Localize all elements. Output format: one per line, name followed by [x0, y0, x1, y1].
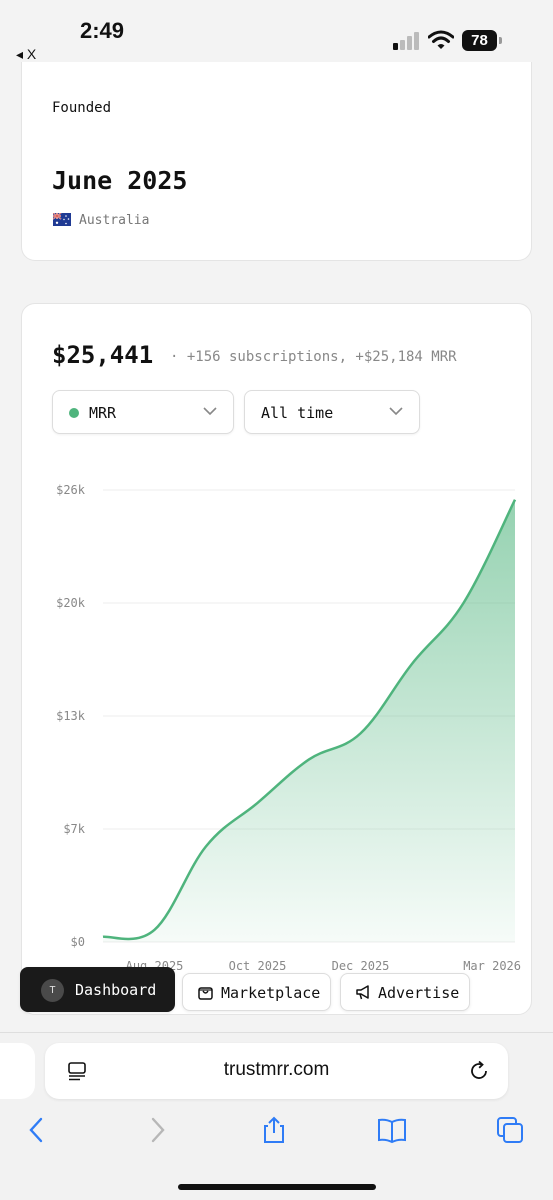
y-tick-label: $20k	[56, 596, 86, 610]
forward-icon[interactable]	[142, 1115, 172, 1145]
tabs-icon[interactable]	[495, 1115, 525, 1145]
x-tick-label: Oct 2025	[229, 959, 287, 973]
url-text: trustmrr.com	[223, 1059, 330, 1080]
x-tick-label: Dec 2025	[332, 959, 390, 973]
marketplace-label: Marketplace	[221, 984, 321, 1002]
megaphone-icon	[356, 985, 369, 1000]
reload-icon[interactable]	[468, 1060, 490, 1082]
share-icon[interactable]	[259, 1115, 289, 1145]
marketplace-button[interactable]: Marketplace	[182, 973, 331, 1011]
y-tick-label: $13k	[56, 709, 86, 723]
back-icon[interactable]	[22, 1115, 52, 1145]
dashboard-button[interactable]: T Dashboard	[20, 967, 175, 1012]
mrr-area-chart: $26k$20k$13k$7k$0Aug 2025 Oct 2025 Dec 202…	[56, 483, 521, 973]
shopping-bag-icon	[198, 987, 213, 1000]
bookmarks-icon[interactable]	[377, 1115, 407, 1145]
mrr-area-fill	[103, 499, 515, 942]
dashboard-label: Dashboard	[75, 981, 157, 999]
y-tick-label: $26k	[56, 483, 86, 497]
y-tick-label: $7k	[63, 822, 85, 836]
address-bar[interactable]: trustmrr.com	[45, 1043, 508, 1099]
y-tick-label: $0	[71, 935, 85, 949]
x-tick-label: Mar 2026	[463, 959, 521, 973]
previous-tab-preview[interactable]	[0, 1043, 35, 1099]
advertise-button[interactable]: Advertise	[340, 973, 470, 1011]
advertise-label: Advertise	[378, 984, 460, 1002]
avatar: T	[41, 979, 64, 1002]
home-indicator	[178, 1184, 376, 1190]
browser-toolbar: trustmrr.com	[0, 1032, 553, 1200]
